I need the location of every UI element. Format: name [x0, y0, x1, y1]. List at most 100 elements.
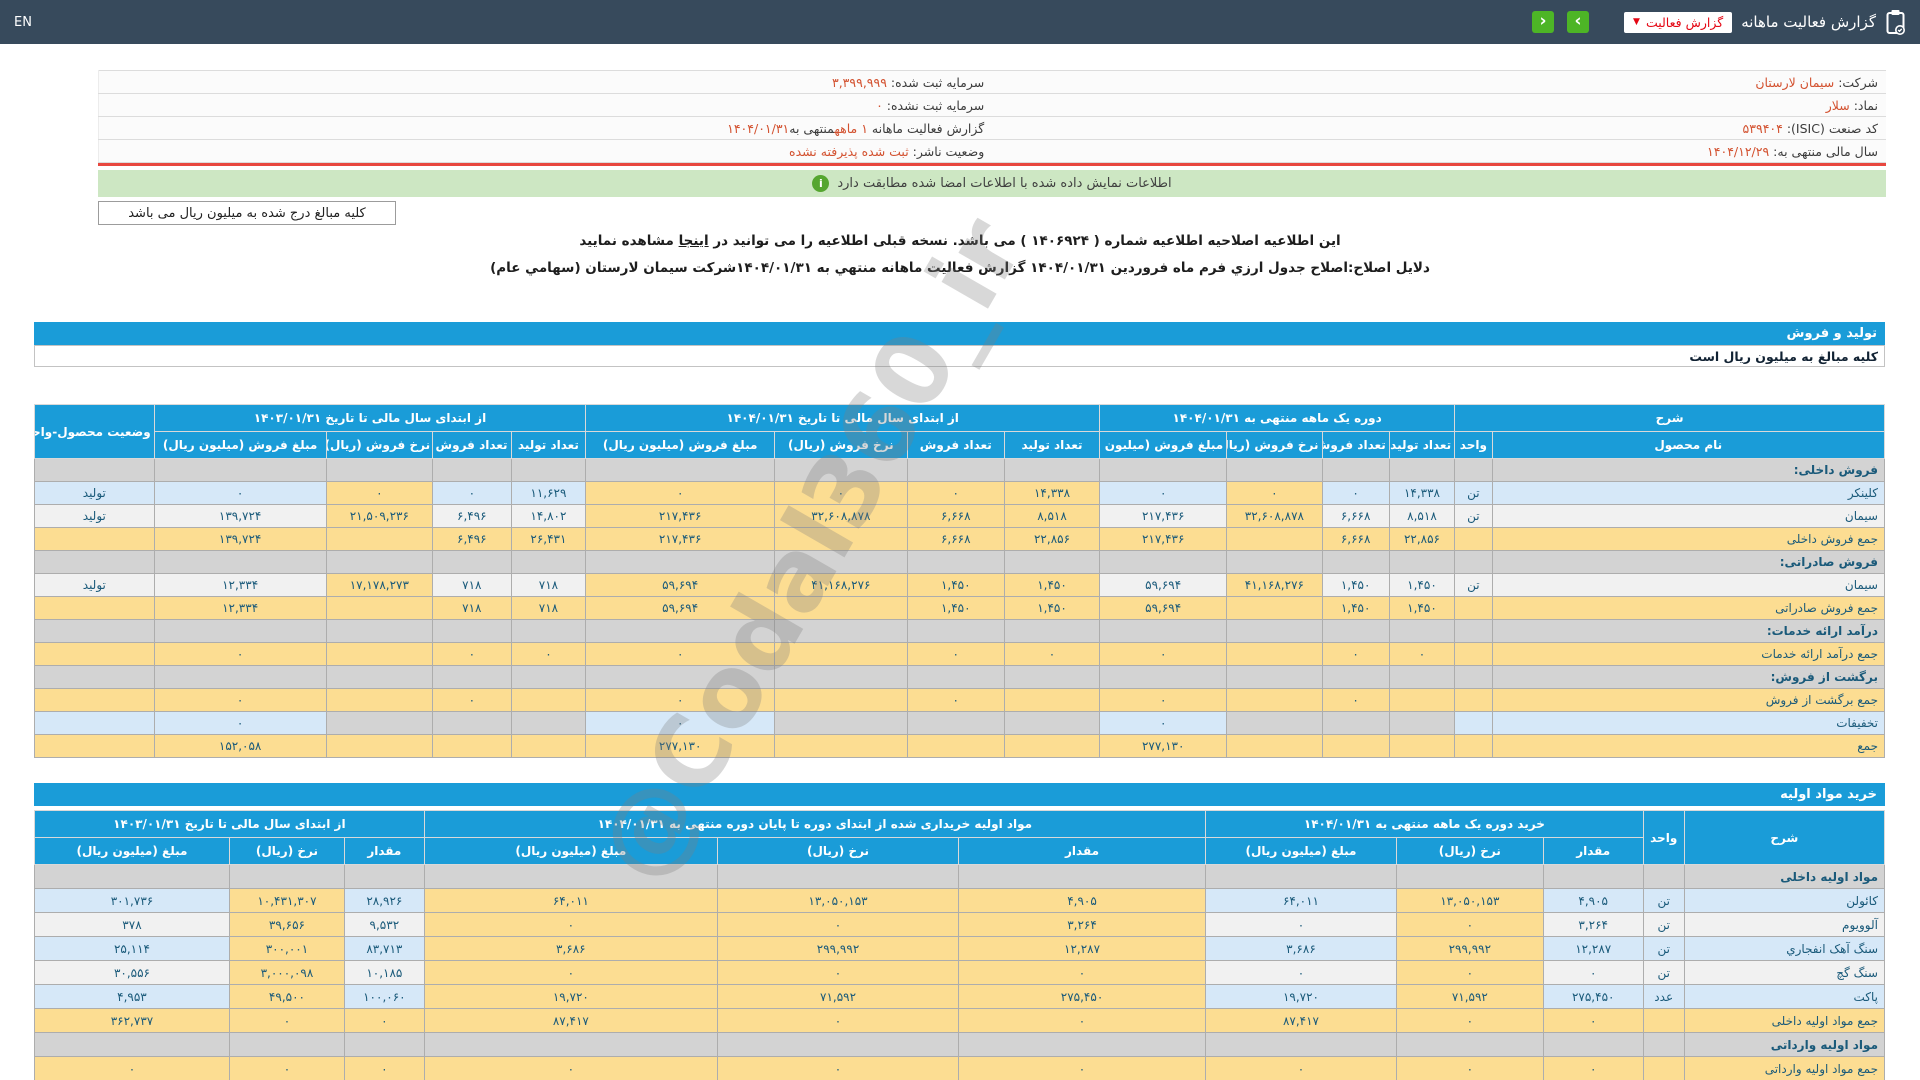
value-cell: ۰	[326, 482, 433, 505]
value-cell: ۰	[586, 689, 775, 712]
publisher-status-label: وضعیت ناشر:	[913, 144, 985, 159]
row-label: فروش داخلی:	[1492, 459, 1884, 482]
previous-version-link[interactable]: اینجا	[679, 233, 709, 249]
row-label: برگشت از فروش:	[1492, 666, 1884, 689]
value-cell: ۴,۹۰۵	[959, 889, 1206, 913]
value-cell: ۲۲,۸۵۶	[1004, 528, 1099, 551]
value-cell	[1004, 620, 1099, 643]
row-label: جمع مواد اولیه وارداتی	[1684, 1057, 1884, 1080]
unit-cell: عدد	[1643, 985, 1684, 1009]
value-cell: ۱۲,۳۳۴	[154, 574, 326, 597]
value-cell: ۰	[1322, 689, 1389, 712]
value-cell: ۱۷,۱۷۸,۲۷۳	[326, 574, 433, 597]
next-report-button[interactable]: ›	[1567, 11, 1589, 33]
value-cell	[1227, 666, 1322, 689]
unit-cell: تن	[1643, 961, 1684, 985]
value-cell: ۰	[424, 1057, 717, 1080]
publisher-status-cell: وضعیت ناشر: ثبت شده پذیرفته نشده	[99, 140, 993, 163]
product-status-cell: تولید	[35, 482, 155, 505]
value-cell: ۰	[1227, 482, 1322, 505]
table-row: آلوویومتن۳,۲۶۴۰۰۳,۲۶۴۰۰۹,۵۳۲۳۹,۶۵۶۳۷۸	[35, 913, 1885, 937]
value-cell	[511, 551, 586, 574]
value-cell: ۶,۶۶۸	[1322, 505, 1389, 528]
value-cell: ۷۱۸	[511, 597, 586, 620]
row-label: مواد اولیه داخلی	[1684, 865, 1884, 889]
product-status-cell	[35, 666, 155, 689]
column-header: مبلغ فروش (میلیون ریال)	[1100, 432, 1227, 459]
value-cell: ۶,۶۶۸	[907, 505, 1004, 528]
column-header: مقدار	[1543, 838, 1643, 865]
value-cell	[154, 459, 326, 482]
value-cell	[511, 666, 586, 689]
report-period-label: گزارش فعالیت ماهانه	[872, 121, 984, 136]
value-cell	[1227, 643, 1322, 666]
company-info-table: شرکت: سیمان لارستان سرمایه ثبت شده: ۳,۳۹…	[98, 70, 1886, 166]
unit-cell	[1455, 712, 1492, 735]
value-cell	[1004, 551, 1099, 574]
value-cell: ۱,۴۵۰	[1389, 597, 1454, 620]
value-cell: ۰	[511, 643, 586, 666]
value-cell	[511, 620, 586, 643]
purchases-tbody: مواد اولیه داخلیکائولنتن۴,۹۰۵۱۳,۰۵۰,۱۵۳۶…	[35, 865, 1885, 1080]
value-cell: ۱,۴۵۰	[1389, 574, 1454, 597]
column-header: واحد	[1643, 811, 1684, 865]
value-cell: ۳۰۱,۷۳۶	[35, 889, 230, 913]
value-cell	[717, 1033, 958, 1057]
value-cell: ۱۲,۲۸۷	[959, 937, 1206, 961]
value-cell: ۱,۴۵۰	[907, 597, 1004, 620]
unit-cell: تن	[1643, 937, 1684, 961]
value-cell: ۳۲,۶۰۸,۸۷۸	[775, 505, 908, 528]
column-header: تعداد تولید	[1389, 432, 1454, 459]
value-cell	[326, 666, 433, 689]
value-cell	[1227, 528, 1322, 551]
column-header: نرخ (ریال)	[717, 838, 958, 865]
row-label: جمع فروش صادراتی	[1492, 597, 1884, 620]
value-cell: ۱۲,۲۸۷	[1543, 937, 1643, 961]
value-cell: ۰	[1004, 643, 1099, 666]
value-cell: ۰	[1205, 1057, 1396, 1080]
value-cell: ۶۴,۰۱۱	[424, 889, 717, 913]
column-header: تعداد تولید	[1004, 432, 1099, 459]
value-cell	[1205, 1033, 1396, 1057]
unit-cell	[1455, 643, 1492, 666]
product-status-cell	[35, 712, 155, 735]
report-type-dropdown-label: گزارش فعالیت	[1646, 15, 1723, 30]
report-type-dropdown[interactable]: گزارش فعالیت ▼	[1624, 12, 1732, 33]
value-cell: ۰	[586, 712, 775, 735]
unit-cell	[1455, 528, 1492, 551]
value-cell	[424, 1033, 717, 1057]
previous-report-button[interactable]: ‹	[1532, 11, 1554, 33]
value-cell: ۰	[433, 482, 511, 505]
unit-cell: تن	[1643, 889, 1684, 913]
unit-cell	[1455, 597, 1492, 620]
value-cell: ۱,۴۵۰	[1004, 597, 1099, 620]
section-row: درآمد ارائه خدمات:	[35, 620, 1885, 643]
value-cell: ۰	[154, 689, 326, 712]
isic-label: کد صنعت (ISIC):	[1787, 121, 1878, 136]
column-header: مقدار	[344, 838, 424, 865]
symbol-label: نماد:	[1854, 98, 1878, 113]
row-label: مواد اولیه وارداتی	[1684, 1033, 1884, 1057]
purchases-header-groups: شرح واحد خرید دوره یک ماهه منتهی به ۱۴۰۴…	[35, 811, 1885, 838]
value-cell	[775, 712, 908, 735]
value-cell: ۶۴,۰۱۱	[1205, 889, 1396, 913]
value-cell: ۷۱۸	[511, 574, 586, 597]
row-label: کلینکر	[1492, 482, 1884, 505]
value-cell	[326, 620, 433, 643]
value-cell	[586, 666, 775, 689]
value-cell	[1389, 551, 1454, 574]
company-label: شرکت:	[1838, 75, 1878, 90]
value-cell	[1100, 459, 1227, 482]
value-cell	[907, 620, 1004, 643]
value-cell: ۳,۶۸۶	[424, 937, 717, 961]
value-cell	[586, 620, 775, 643]
value-cell	[1100, 666, 1227, 689]
value-cell: ۲۷۷,۱۳۰	[1100, 735, 1227, 758]
amendment-line-1-tail: مشاهده نمایید	[579, 233, 674, 249]
production-table: شرح دوره یک ماهه منتهی به ۱۴۰۴/۰۱/۳۱ از …	[34, 404, 1885, 758]
value-cell	[775, 689, 908, 712]
value-cell	[344, 1033, 424, 1057]
language-en-link[interactable]: EN	[14, 15, 32, 30]
table-row: کائولنتن۴,۹۰۵۱۳,۰۵۰,۱۵۳۶۴,۰۱۱۴,۹۰۵۱۳,۰۵۰…	[35, 889, 1885, 913]
value-cell: ۴۱,۱۶۸,۲۷۶	[775, 574, 908, 597]
